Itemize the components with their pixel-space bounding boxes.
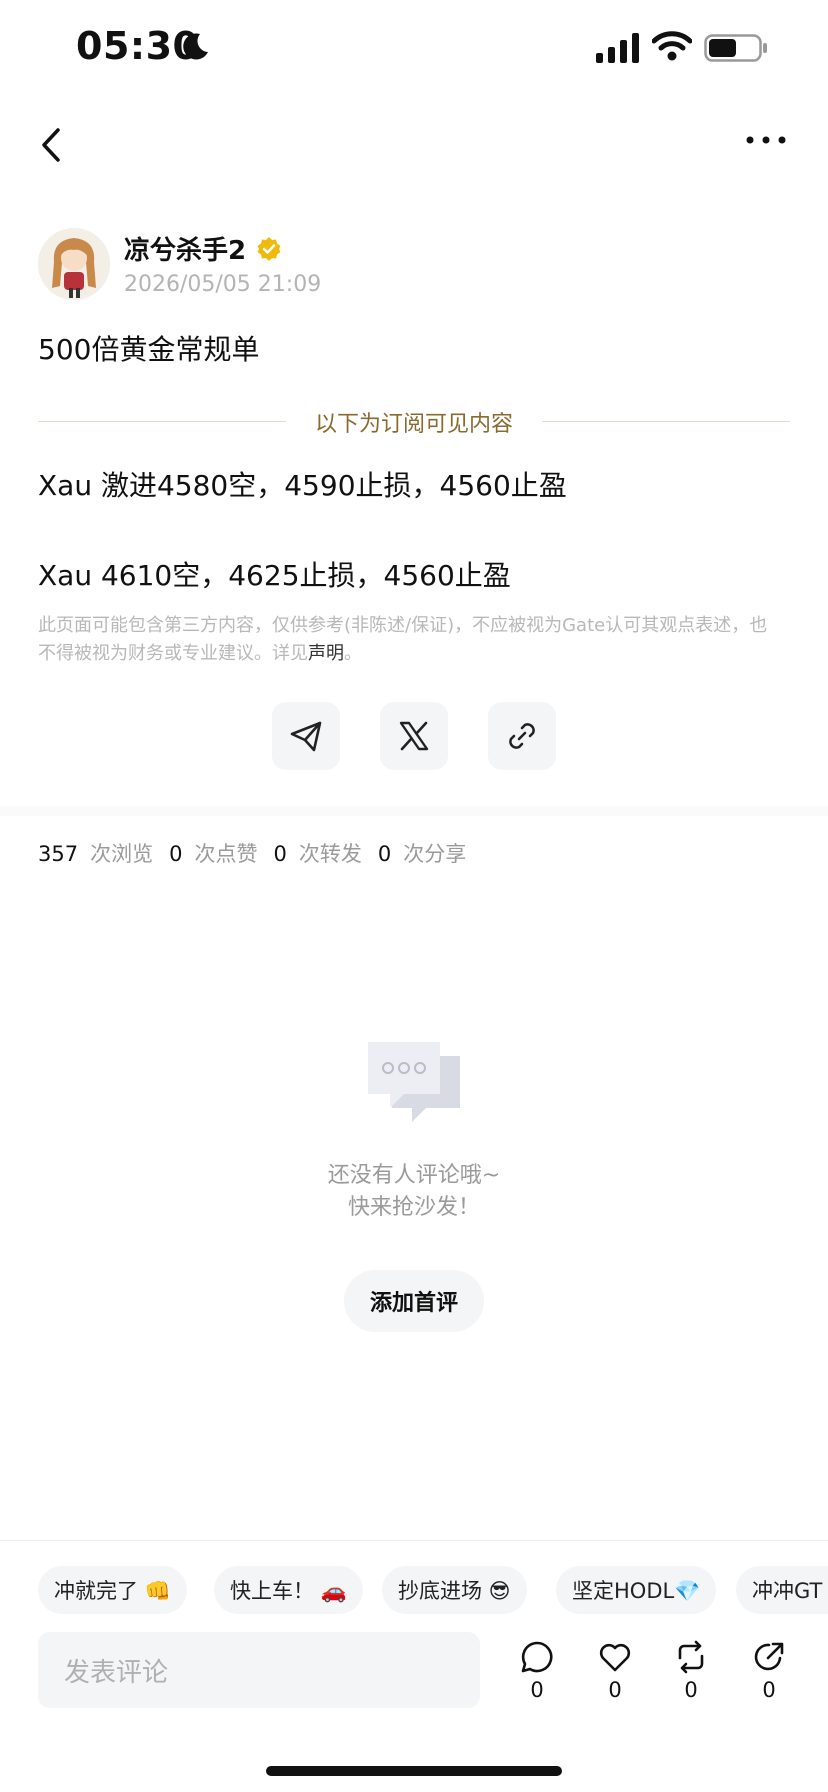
- comment-input[interactable]: 发表评论: [38, 1632, 480, 1708]
- share-x-button[interactable]: [380, 702, 448, 770]
- reposts-count: 0: [273, 842, 287, 866]
- x-icon: [399, 721, 429, 751]
- quick-reply-chip[interactable]: 抄底进场 😎: [382, 1566, 527, 1614]
- post-timestamp: 2026/05/05 21:09: [124, 272, 322, 297]
- disclaimer: 此页面可能包含第三方内容，仅供参考(非陈述/保证)，不应被视为Gate认可其观点…: [38, 612, 778, 668]
- empty-line-2: 快来抢沙发！: [347, 1195, 480, 1220]
- signal-icon: [596, 33, 639, 63]
- shares-label: 次分享: [403, 842, 467, 866]
- heart-icon: [599, 1643, 631, 1672]
- home-indicator: [266, 1766, 562, 1776]
- share-telegram-button[interactable]: [272, 702, 340, 770]
- battery-icon: [704, 34, 767, 62]
- shares-count: 0: [377, 842, 392, 866]
- comment-icon: [521, 1641, 553, 1673]
- author-name[interactable]: 凉兮杀手2: [124, 230, 246, 267]
- subscriber-divider: 以下为订阅可见内容: [314, 412, 513, 437]
- wifi-icon: [652, 31, 692, 61]
- post-line-2: Xau 4610空，4625止损，4560止盈: [38, 559, 511, 592]
- post-title: 500倍黄金常规单: [38, 333, 260, 366]
- empty-line-1: 还没有人评论哦~: [327, 1163, 501, 1188]
- empty-comments-text: 还没有人评论哦~ 快来抢沙发！: [0, 1160, 828, 1224]
- comment-count: 0: [530, 1678, 544, 1702]
- share-action[interactable]: 0: [744, 1640, 794, 1702]
- disclaimer-text: 此页面可能包含第三方内容，仅供参考(非陈述/保证)，不应被视为Gate认可其观点…: [38, 615, 768, 664]
- verified-icon: [257, 237, 281, 261]
- share-icon: [754, 1642, 784, 1671]
- views-label: 次浏览: [90, 842, 154, 866]
- likes-count: 0: [169, 842, 183, 866]
- comment-action[interactable]: 0: [512, 1640, 562, 1702]
- reposts-label: 次转发: [298, 842, 362, 866]
- back-icon[interactable]: [34, 124, 68, 166]
- link-icon: [509, 723, 535, 749]
- add-first-comment-button[interactable]: 添加首评: [344, 1270, 484, 1332]
- section-separator: [0, 806, 828, 816]
- quick-reply-chip[interactable]: 快上车！ 🚗: [214, 1566, 363, 1614]
- bottom-bar-separator: [0, 1540, 828, 1541]
- repost-count: 0: [684, 1678, 698, 1702]
- avatar[interactable]: [38, 228, 110, 300]
- quick-reply-chip[interactable]: 坚定HODL💎: [556, 1566, 717, 1614]
- like-action[interactable]: 0: [590, 1640, 640, 1702]
- repost-action[interactable]: 0: [666, 1640, 716, 1702]
- post-stats: 357 次浏览 0 次点赞 0 次转发 0 次分享: [38, 838, 482, 868]
- copy-link-button[interactable]: [488, 702, 556, 770]
- quick-reply-chip[interactable]: 冲冲GT: [736, 1566, 828, 1614]
- moon-icon: [183, 33, 208, 60]
- telegram-icon: [290, 721, 322, 752]
- repost-icon: [678, 1640, 704, 1674]
- chat-bubbles-icon: [368, 1042, 460, 1122]
- like-count: 0: [608, 1678, 622, 1702]
- views-count: 357: [38, 842, 79, 866]
- post-line-1: Xau 激进4580空，4590止损，4560止盈: [38, 469, 567, 502]
- disclaimer-end: 。: [344, 643, 362, 664]
- more-icon[interactable]: [744, 130, 788, 150]
- share-count: 0: [762, 1678, 776, 1702]
- quick-reply-chip[interactable]: 冲就完了 👊: [38, 1566, 187, 1614]
- likes-label: 次点赞: [194, 842, 258, 866]
- disclaimer-link[interactable]: 声明: [308, 643, 344, 664]
